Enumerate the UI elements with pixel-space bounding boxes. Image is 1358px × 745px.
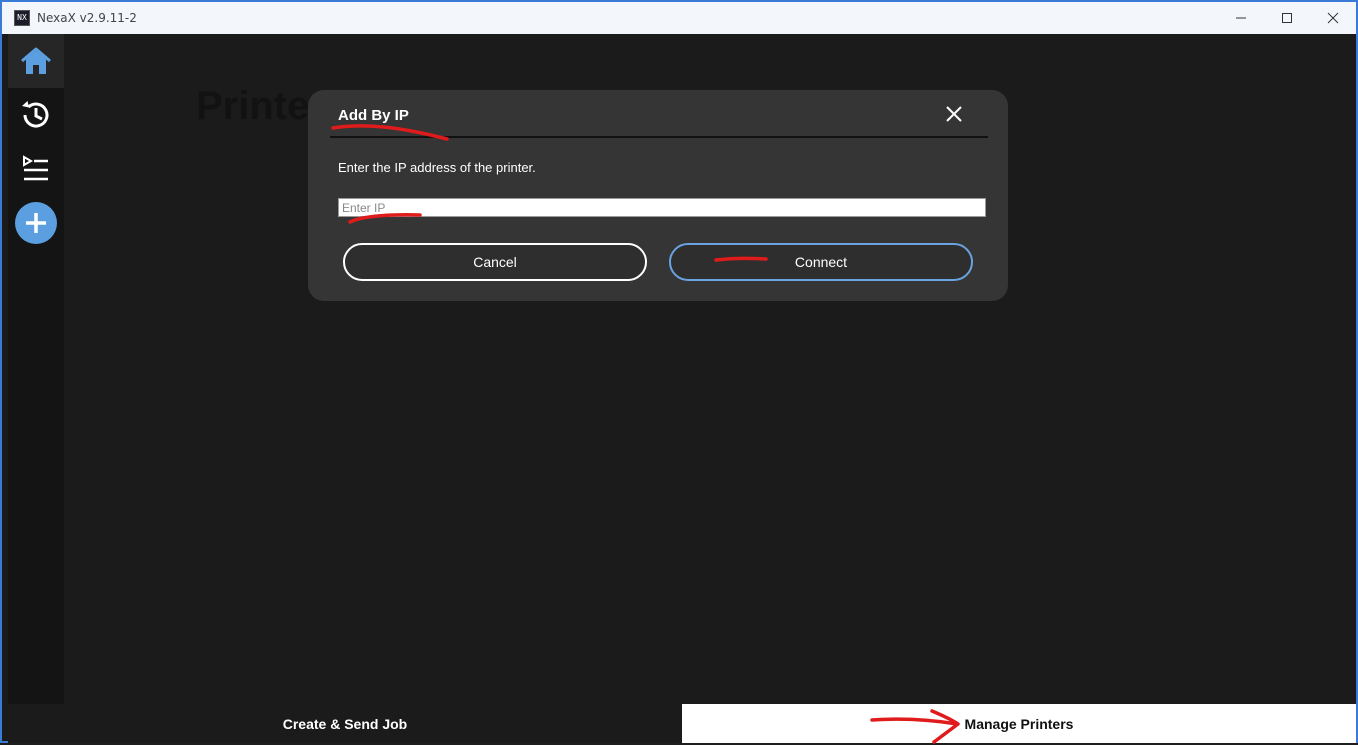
sidebar	[8, 34, 64, 704]
ip-address-input[interactable]	[338, 198, 986, 217]
connect-button[interactable]: Connect	[669, 243, 973, 281]
close-icon	[1327, 12, 1339, 24]
sidebar-item-home[interactable]	[8, 34, 64, 88]
minimize-button[interactable]	[1218, 2, 1264, 34]
maximize-button[interactable]	[1264, 2, 1310, 34]
tab-create-send-job[interactable]: Create & Send Job	[8, 704, 682, 743]
close-window-button[interactable]	[1310, 2, 1356, 34]
add-by-ip-dialog: Add By IP Enter the IP address of the pr…	[308, 90, 1008, 301]
dialog-title: Add By IP	[338, 107, 409, 124]
home-icon	[21, 47, 51, 74]
title-bar: NX NexaX v2.9.11-2	[2, 2, 1356, 34]
sidebar-item-history[interactable]	[8, 88, 64, 142]
queue-list-icon	[23, 155, 48, 181]
bottom-nav: Create & Send Job Manage Printers	[8, 704, 1356, 743]
history-icon	[22, 101, 49, 128]
minimize-icon	[1236, 17, 1246, 19]
cancel-button[interactable]: Cancel	[343, 243, 647, 281]
app-window: NX NexaX v2.9.11-2 Printe Create & Send …	[0, 0, 1358, 744]
page-title: Printe	[196, 84, 310, 128]
close-icon	[946, 106, 962, 122]
add-circle-icon	[15, 202, 57, 244]
window-title: NexaX v2.9.11-2	[37, 11, 137, 25]
app-logo-icon: NX	[14, 10, 30, 26]
tab-manage-printers[interactable]: Manage Printers	[682, 704, 1356, 743]
dialog-divider	[330, 136, 988, 138]
sidebar-item-add[interactable]	[8, 196, 64, 250]
dialog-description: Enter the IP address of the printer.	[338, 160, 536, 175]
window-controls	[1218, 2, 1356, 34]
maximize-icon	[1282, 13, 1292, 23]
sidebar-item-queue[interactable]	[8, 142, 64, 196]
dialog-close-button[interactable]	[942, 102, 966, 126]
